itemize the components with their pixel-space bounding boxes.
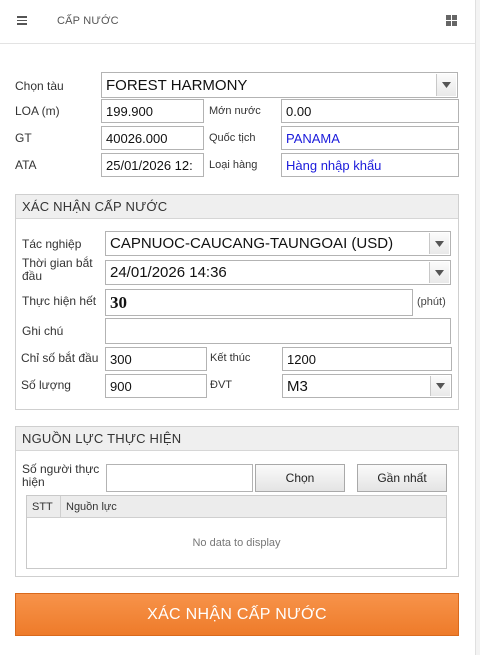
- chevron-down-icon[interactable]: [436, 74, 456, 96]
- draft-field[interactable]: 0.00: [281, 99, 459, 123]
- ship-select[interactable]: FOREST HARMONY: [101, 72, 458, 98]
- duration-unit: (phút): [417, 296, 446, 308]
- loa-label: LOA (m): [15, 104, 60, 118]
- hamburger-menu-icon[interactable]: [17, 16, 27, 25]
- column-header-resource[interactable]: Nguồn lực: [61, 496, 117, 518]
- nearest-button[interactable]: Gần nhất: [357, 464, 447, 492]
- nationality-label: Quốc tịch: [209, 132, 256, 144]
- cargo-label: Loại hàng: [209, 159, 258, 171]
- start-time-label: Thời gian bắt đầu: [22, 256, 93, 283]
- quantity-field[interactable]: 900: [105, 374, 207, 398]
- loa-field[interactable]: 199.900: [101, 99, 204, 123]
- chevron-down-icon[interactable]: [429, 233, 449, 254]
- ata-label: ATA: [15, 158, 37, 172]
- chevron-down-icon[interactable]: [430, 376, 450, 396]
- meter-end-field[interactable]: 1200: [282, 347, 452, 371]
- gt-label: GT: [15, 131, 32, 145]
- note-label: Ghi chú: [22, 324, 64, 338]
- meter-start-field[interactable]: 300: [105, 347, 207, 371]
- note-field[interactable]: [105, 318, 451, 344]
- gt-field[interactable]: 40026.000: [101, 126, 204, 150]
- page-title: CẤP NƯỚC: [57, 15, 119, 27]
- empty-table-message: No data to display: [192, 537, 281, 549]
- confirm-water-supply-button[interactable]: XÁC NHẬN CẤP NƯỚC: [15, 593, 459, 636]
- grid-apps-icon[interactable]: [446, 15, 457, 26]
- people-count-field[interactable]: [106, 464, 253, 492]
- operation-label: Tác nghiệp: [22, 237, 82, 251]
- operation-select[interactable]: CAPNUOC-CAUCANG-TAUNGOAI (USD): [105, 231, 451, 256]
- cargo-field[interactable]: Hàng nhập khẩu: [281, 153, 459, 177]
- confirm-panel-title: XÁC NHẬN CẤP NƯỚC: [16, 195, 458, 219]
- duration-field[interactable]: 30: [105, 289, 413, 316]
- app-header: CẤP NƯỚC: [0, 0, 475, 44]
- start-time-select[interactable]: 24/01/2026 14:36: [105, 260, 451, 285]
- ship-label: Chọn tàu: [15, 79, 64, 93]
- choose-button[interactable]: Chọn: [255, 464, 345, 492]
- column-header-stt[interactable]: STT: [27, 496, 61, 518]
- meter-start-label: Chỉ số bắt đầu: [21, 351, 99, 365]
- people-count-label: Số người thực hiện: [22, 462, 100, 489]
- operation-value: CAPNUOC-CAUCANG-TAUNGOAI (USD): [110, 235, 394, 252]
- unit-label: ĐVT: [210, 379, 232, 391]
- ship-value: FOREST HARMONY: [106, 76, 248, 94]
- resources-table: STT Nguồn lực No data to display: [26, 495, 447, 569]
- scrollbar[interactable]: [475, 0, 480, 655]
- draft-label: Mớn nước: [209, 105, 261, 117]
- resources-panel-title: NGUỒN LỰC THỰC HIỆN: [16, 427, 458, 451]
- quantity-label: Số lượng: [21, 378, 71, 392]
- unit-select[interactable]: M3: [282, 374, 452, 398]
- ata-field[interactable]: 25/01/2026 12:: [101, 153, 204, 177]
- chevron-down-icon[interactable]: [429, 262, 449, 283]
- nationality-field[interactable]: PANAMA: [281, 126, 459, 150]
- start-time-value: 24/01/2026 14:36: [110, 264, 227, 281]
- table-header: STT Nguồn lực: [27, 496, 446, 518]
- meter-end-label: Kết thúc: [210, 352, 251, 364]
- unit-value: M3: [287, 377, 308, 395]
- duration-label: Thực hiện hết: [22, 294, 97, 308]
